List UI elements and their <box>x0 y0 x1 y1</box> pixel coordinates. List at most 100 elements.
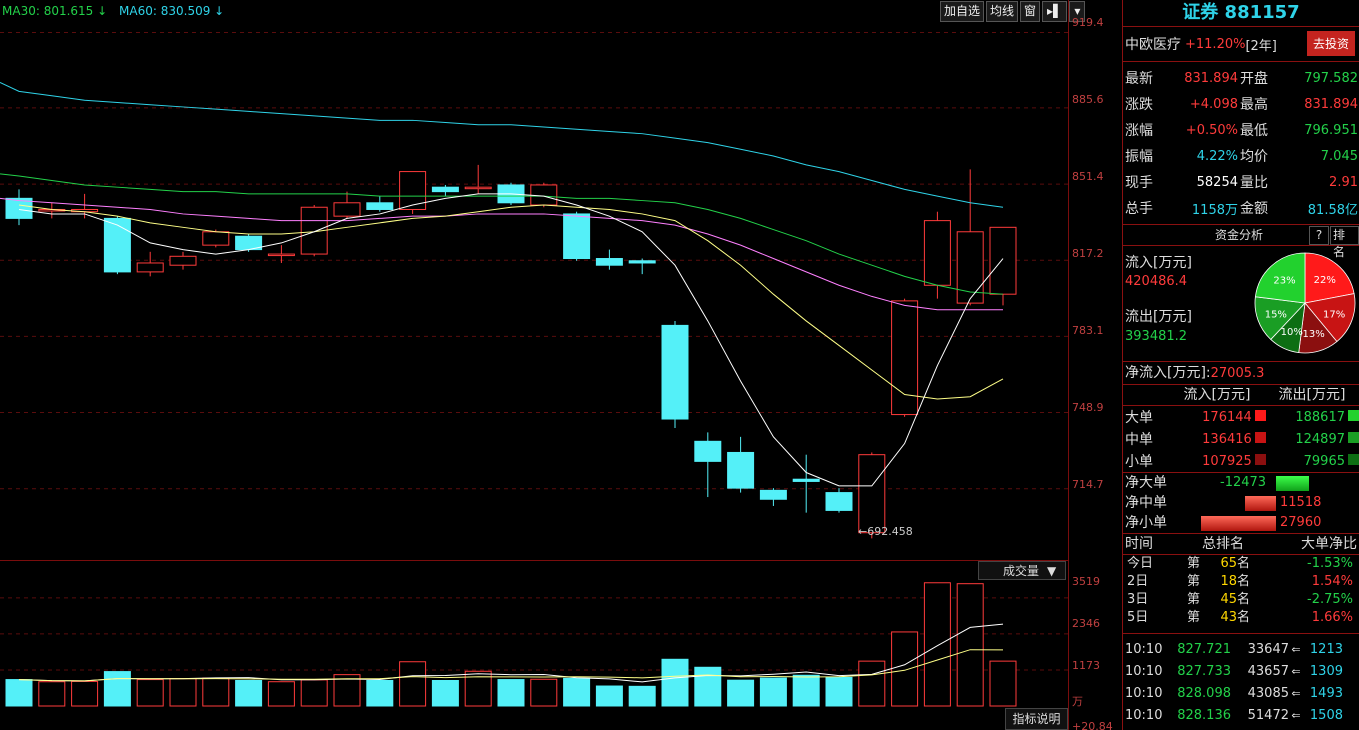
volume-bar[interactable] <box>759 677 787 707</box>
net-bar <box>1276 476 1310 491</box>
candle-body <box>989 226 1017 295</box>
expand-icon[interactable]: ▸▌ <box>1042 1 1068 22</box>
net-inflow-value: 27005.3 <box>1210 366 1265 381</box>
volume-bar[interactable] <box>563 677 591 707</box>
volume-bar[interactable] <box>399 661 427 707</box>
help-button[interactable]: ? <box>1309 226 1329 245</box>
index-title: 证券 881157 <box>1123 0 1359 27</box>
candle[interactable] <box>464 164 492 194</box>
volume-bar[interactable] <box>858 660 886 707</box>
kline-chart-area[interactable]: MA30: 801.615 ↓ MA60: 830.509 ↓ 加自选 均线 窗… <box>0 0 1122 730</box>
volume-bar[interactable] <box>366 679 394 707</box>
price-tick: 817.2 <box>1072 247 1104 260</box>
candle[interactable] <box>431 184 459 197</box>
volume-bar[interactable] <box>5 679 33 707</box>
volume-bar[interactable] <box>300 679 328 707</box>
volume-bar[interactable] <box>71 680 99 707</box>
volume-bar[interactable] <box>727 679 755 707</box>
fund-promo: 中欧医疗 +11.20% [2年] 去投资 <box>1123 27 1359 62</box>
volume-bar[interactable] <box>169 678 197 707</box>
volume-bar[interactable] <box>202 677 230 707</box>
window-button[interactable]: 窗 <box>1020 1 1041 22</box>
volume-bar[interactable] <box>989 660 1017 707</box>
ranking-row: 今日 第 65 名 -1.53% <box>1123 555 1359 573</box>
candle-body <box>366 202 394 210</box>
net-bar-label: 净大单 <box>1125 475 1167 491</box>
volume-bar[interactable] <box>103 671 131 707</box>
left-arrow-icon: ⇐ <box>1291 708 1301 722</box>
volume-bar[interactable] <box>825 676 853 707</box>
volume-bar[interactable] <box>923 582 951 707</box>
volume-bar[interactable] <box>267 681 295 707</box>
fund-flow-header: 资金分析 ? 排名 <box>1123 224 1359 259</box>
ma30-legend: MA30: 801.615 ↓ <box>2 4 108 18</box>
candle-body <box>267 253 295 257</box>
tick-row: 10:10 828.098 43085 ⇐ 1493 <box>1123 682 1359 704</box>
chevron-down-icon: ▼ <box>1047 564 1057 578</box>
tick-time: 10:10 <box>1125 663 1163 679</box>
candle[interactable] <box>727 436 755 493</box>
volume-separator <box>0 560 1068 561</box>
candle[interactable] <box>628 258 656 275</box>
candle[interactable] <box>956 169 984 306</box>
net-bar-value: 27960 <box>1280 515 1322 530</box>
tick-list[interactable]: 10:10 827.721 33647 ⇐ 1213 10:10 827.733 43657 ⇐… <box>1123 634 1359 726</box>
volume-bar[interactable] <box>694 666 722 707</box>
tick-price: 827.733 <box>1177 663 1231 679</box>
fund-name: 中欧医疗 <box>1125 37 1181 53</box>
add-watchlist-button[interactable]: 加自选 <box>940 1 985 22</box>
candle[interactable] <box>661 320 689 428</box>
change-percent: +0.50% <box>1185 122 1238 138</box>
candle[interactable] <box>595 249 623 270</box>
rank-button[interactable]: 排名 <box>1330 226 1359 259</box>
outflow-swatch <box>1348 453 1359 465</box>
tick-count: 1493 <box>1309 685 1343 701</box>
order-row: 中单 136416 124897 <box>1123 428 1359 450</box>
rank-col-ratio: 大单净比 <box>1301 536 1357 552</box>
order-inflow: 107925 <box>1171 453 1266 469</box>
candle[interactable] <box>366 196 394 212</box>
invest-button[interactable]: 去投资 <box>1306 31 1355 56</box>
rank-prefix: 第 <box>1187 556 1201 571</box>
candle[interactable] <box>5 189 33 226</box>
volume-bar[interactable] <box>497 679 525 707</box>
volume-bar[interactable] <box>891 631 919 707</box>
volume-bar[interactable] <box>956 583 984 707</box>
volume-bar[interactable] <box>661 658 689 707</box>
quote-row: 涨跌 +4.098 最高 831.894 <box>1123 91 1359 117</box>
price-tick: 748.9 <box>1072 401 1104 414</box>
candle-body <box>825 492 853 511</box>
fund-flow-box: 流入[万元] 420486.4 流出[万元] 393481.2 22% 17% 13… <box>1123 246 1359 362</box>
ma-lines-button[interactable]: 均线 <box>986 1 1019 22</box>
kline-chart[interactable] <box>0 0 1068 730</box>
volume-indicator-dropdown[interactable]: 成交量 ▼ <box>978 561 1066 580</box>
rank-day: 今日 <box>1127 556 1154 571</box>
quote-label: 最低 <box>1240 123 1268 139</box>
candle[interactable] <box>891 298 919 417</box>
volume-bar[interactable] <box>595 685 623 707</box>
candle[interactable] <box>563 211 591 261</box>
rank-value: 45 <box>1220 592 1237 607</box>
volume-bar[interactable] <box>235 679 263 707</box>
candle[interactable] <box>169 251 197 270</box>
volume-bar[interactable] <box>530 678 558 707</box>
net-inflow-label: 净流入[万元]: <box>1125 365 1211 381</box>
order-table: 大单 176144 188617 中单 136416 124897 小单 107925 7996… <box>1123 406 1359 472</box>
volume-bar[interactable] <box>792 674 820 707</box>
candle[interactable] <box>333 191 361 219</box>
volume-bar[interactable] <box>431 679 459 707</box>
candle[interactable] <box>825 488 853 513</box>
candle[interactable] <box>694 432 722 498</box>
volume-ratio: 2.91 <box>1329 174 1358 190</box>
quote-label: 涨幅 <box>1125 123 1153 139</box>
candle[interactable] <box>792 454 820 513</box>
candle[interactable] <box>759 488 787 506</box>
tick-price: 828.098 <box>1177 685 1231 701</box>
volume-bar[interactable] <box>628 685 656 707</box>
volume-bar[interactable] <box>38 681 66 707</box>
volume-bar[interactable] <box>136 679 164 707</box>
indicator-help-button[interactable]: 指标说明 <box>1005 708 1068 730</box>
candle[interactable] <box>136 251 164 277</box>
ma-legend: MA30: 801.615 ↓ MA60: 830.509 ↓ <box>2 4 232 18</box>
rank-ratio: -1.53% <box>1307 556 1353 571</box>
